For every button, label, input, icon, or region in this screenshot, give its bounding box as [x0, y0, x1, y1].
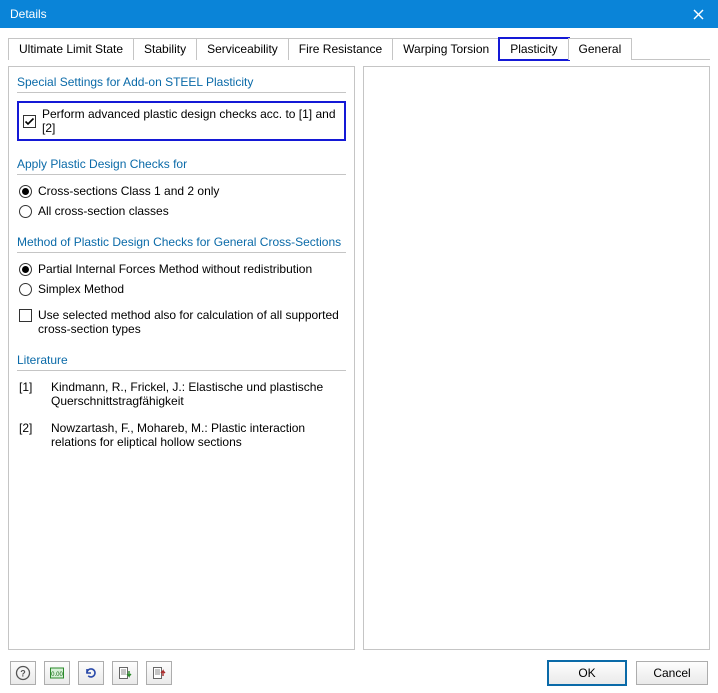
ok-label: OK [578, 666, 595, 680]
cancel-label: Cancel [653, 666, 690, 680]
separator [17, 370, 346, 371]
radio-dot-icon [22, 188, 29, 195]
radio-label-all-classes: All cross-section classes [38, 204, 169, 218]
tab-warping-torsion[interactable]: Warping Torsion [392, 38, 500, 60]
group-special-settings: Special Settings for Add-on STEEL Plasti… [17, 75, 346, 143]
checkbox-label-use-also-line1: Use selected method also for calculation… [38, 308, 339, 322]
ok-button[interactable]: OK [548, 661, 626, 685]
checkbox-use-also[interactable] [19, 309, 32, 322]
tab-plasticity[interactable]: Plasticity [499, 38, 568, 60]
left-column: Special Settings for Add-on STEEL Plasti… [8, 66, 355, 650]
radio-row-simplex[interactable]: Simplex Method [17, 279, 346, 299]
radio-all-classes[interactable] [19, 205, 32, 218]
svg-text:0.00: 0.00 [51, 672, 63, 678]
radio-class-1-2[interactable] [19, 185, 32, 198]
close-button[interactable] [678, 0, 718, 28]
separator [17, 92, 346, 93]
radio-row-pifm[interactable]: Partial Internal Forces Method without r… [17, 259, 346, 279]
tab-serviceability[interactable]: Serviceability [196, 38, 289, 60]
svg-text:?: ? [20, 669, 26, 679]
group-literature: Literature [1] Kindmann, R., Frickel, J.… [17, 353, 346, 459]
footer: ? 0.00 [0, 653, 718, 693]
radio-label-pifm: Partial Internal Forces Method without r… [38, 262, 312, 276]
checkbox-label-use-also-line2: cross-section types [38, 322, 141, 336]
checkbox-label-use-also-wrap: Use selected method also for calculation… [38, 308, 339, 336]
content-area: Special Settings for Add-on STEEL Plasti… [0, 60, 718, 658]
separator [17, 174, 346, 175]
literature-item: [1] Kindmann, R., Frickel, J.: Elastisch… [17, 377, 346, 418]
tab-ultimate-limit-state[interactable]: Ultimate Limit State [8, 38, 134, 60]
group-title-literature: Literature [17, 353, 346, 367]
tab-bar: Ultimate Limit State Stability Serviceab… [8, 36, 710, 60]
right-column [363, 66, 710, 650]
radio-pifm[interactable] [19, 263, 32, 276]
titlebar: Details [0, 0, 718, 28]
reset-icon [83, 665, 99, 681]
tab-fire-resistance[interactable]: Fire Resistance [288, 38, 393, 60]
radio-row-class-1-2[interactable]: Cross-sections Class 1 and 2 only [17, 181, 346, 201]
literature-num: [1] [19, 380, 41, 394]
checkbox-label-perform-advanced: Perform advanced plastic design checks a… [42, 107, 338, 135]
profile-save-button[interactable] [146, 661, 172, 685]
highlighted-checkbox-row: Perform advanced plastic design checks a… [17, 101, 346, 141]
group-title-method: Method of Plastic Design Checks for Gene… [17, 235, 346, 249]
footer-left-icons: ? 0.00 [10, 661, 172, 685]
footer-right-buttons: OK Cancel [548, 661, 708, 685]
units-button[interactable]: 0.00 [44, 661, 70, 685]
literature-item: [2] Nowzartash, F., Mohareb, M.: Plastic… [17, 418, 346, 459]
help-button[interactable]: ? [10, 661, 36, 685]
radio-label-simplex: Simplex Method [38, 282, 124, 296]
radio-simplex[interactable] [19, 283, 32, 296]
close-icon [693, 9, 704, 20]
radio-dot-icon [22, 266, 29, 273]
radio-label-class-1-2: Cross-sections Class 1 and 2 only [38, 184, 219, 198]
help-icon: ? [15, 665, 31, 681]
profile-load-button[interactable] [112, 661, 138, 685]
tab-stability[interactable]: Stability [133, 38, 197, 60]
separator [17, 252, 346, 253]
checkbox-row-use-also[interactable]: Use selected method also for calculation… [17, 305, 346, 339]
literature-list: [1] Kindmann, R., Frickel, J.: Elastisch… [17, 377, 346, 459]
window-title: Details [10, 7, 47, 21]
profile-load-icon [117, 665, 133, 681]
literature-text: Kindmann, R., Frickel, J.: Elastische un… [51, 380, 346, 408]
units-icon: 0.00 [49, 665, 65, 681]
profile-save-icon [151, 665, 167, 681]
group-method: Method of Plastic Design Checks for Gene… [17, 235, 346, 339]
tab-general[interactable]: General [568, 38, 633, 60]
group-title-special: Special Settings for Add-on STEEL Plasti… [17, 75, 346, 89]
reset-button[interactable] [78, 661, 104, 685]
group-title-apply: Apply Plastic Design Checks for [17, 157, 346, 171]
checkmark-icon [24, 116, 35, 127]
group-apply: Apply Plastic Design Checks for Cross-se… [17, 157, 346, 221]
radio-row-all-classes[interactable]: All cross-section classes [17, 201, 346, 221]
checkbox-perform-advanced[interactable] [23, 115, 36, 128]
literature-text: Nowzartash, F., Mohareb, M.: Plastic int… [51, 421, 346, 449]
cancel-button[interactable]: Cancel [636, 661, 708, 685]
literature-num: [2] [19, 421, 41, 435]
